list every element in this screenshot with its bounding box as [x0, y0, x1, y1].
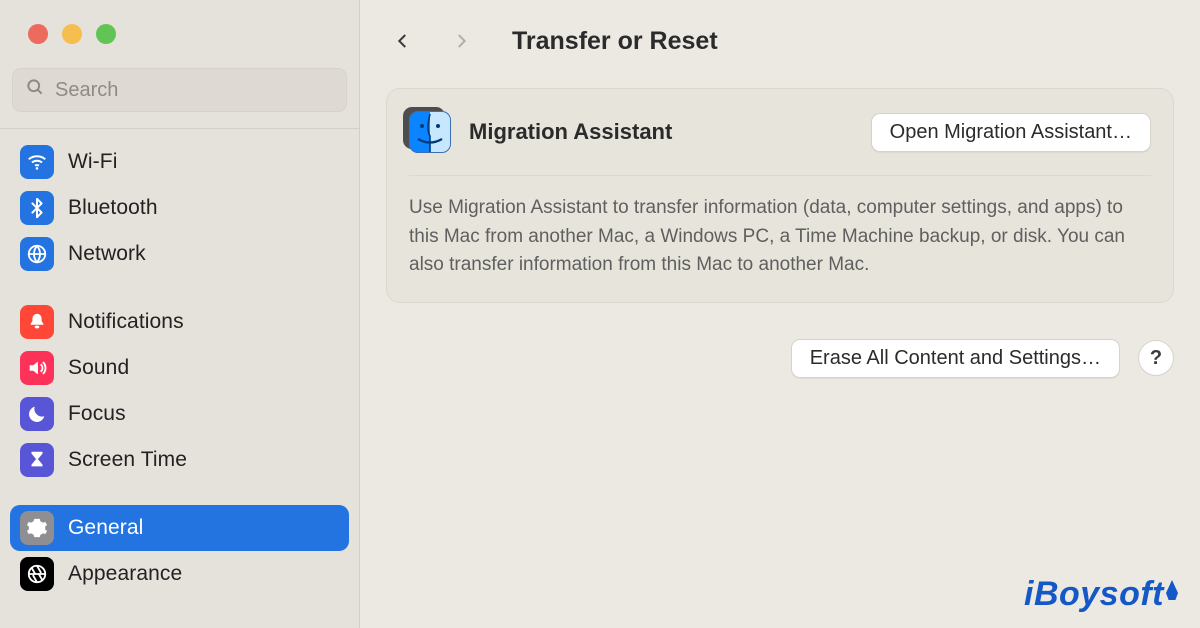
sidebar-item-general[interactable]: General [10, 505, 349, 551]
sidebar-item-screen-time[interactable]: Screen Time [10, 437, 349, 483]
sidebar-item-focus[interactable]: Focus [10, 391, 349, 437]
aperture-icon [20, 557, 54, 591]
minimize-window-button[interactable] [62, 24, 82, 44]
sidebar-item-label: General [68, 516, 143, 540]
erase-all-button[interactable]: Erase All Content and Settings… [791, 339, 1120, 378]
sidebar-item-label: Notifications [68, 310, 184, 334]
close-window-button[interactable] [28, 24, 48, 44]
droplet-icon [1166, 580, 1178, 600]
card-title: Migration Assistant [469, 119, 672, 145]
sidebar-item-label: Sound [68, 356, 129, 380]
zoom-window-button[interactable] [96, 24, 116, 44]
sidebar-item-network[interactable]: Network [10, 231, 349, 277]
window-controls [0, 0, 359, 44]
migration-assistant-icon [409, 111, 451, 153]
bluetooth-icon [20, 191, 54, 225]
sidebar-item-label: Wi-Fi [68, 150, 117, 174]
sidebar-item-label: Appearance [68, 562, 182, 586]
sidebar-item-notifications[interactable]: Notifications [10, 299, 349, 345]
sidebar-item-sound[interactable]: Sound [10, 345, 349, 391]
titlebar: Transfer or Reset [386, 24, 1174, 58]
sidebar-item-label: Screen Time [68, 448, 187, 472]
divider [0, 128, 359, 129]
sidebar-item-appearance[interactable]: Appearance [10, 551, 349, 597]
moon-icon [20, 397, 54, 431]
card-description: Use Migration Assistant to transfer info… [409, 194, 1151, 280]
divider [409, 175, 1151, 176]
search-input[interactable] [55, 79, 334, 102]
hourglass-icon [20, 443, 54, 477]
speaker-icon [20, 351, 54, 385]
forward-button[interactable] [444, 24, 478, 58]
sidebar-item-label: Bluetooth [68, 196, 158, 220]
search-field[interactable] [12, 68, 347, 112]
migration-assistant-card: Migration Assistant Open Migration Assis… [386, 88, 1174, 303]
sidebar-item-bluetooth[interactable]: Bluetooth [10, 185, 349, 231]
sidebar-item-label: Focus [68, 402, 126, 426]
sidebar-item-wi-fi[interactable]: Wi-Fi [10, 139, 349, 185]
search-icon [25, 77, 45, 103]
page-title: Transfer or Reset [512, 27, 718, 56]
globe-icon [20, 237, 54, 271]
open-migration-assistant-button[interactable]: Open Migration Assistant… [871, 113, 1151, 152]
sidebar: Wi-Fi Bluetooth Network Notifications Sound F… [0, 0, 360, 628]
back-button[interactable] [386, 24, 420, 58]
main-content: Transfer or Reset Migrati [360, 0, 1200, 628]
sidebar-item-label: Network [68, 242, 146, 266]
wifi-icon [20, 145, 54, 179]
help-button[interactable]: ? [1138, 340, 1174, 376]
gear-icon [20, 511, 54, 545]
bell-icon [20, 305, 54, 339]
watermark: iBoysoft [1024, 575, 1178, 614]
